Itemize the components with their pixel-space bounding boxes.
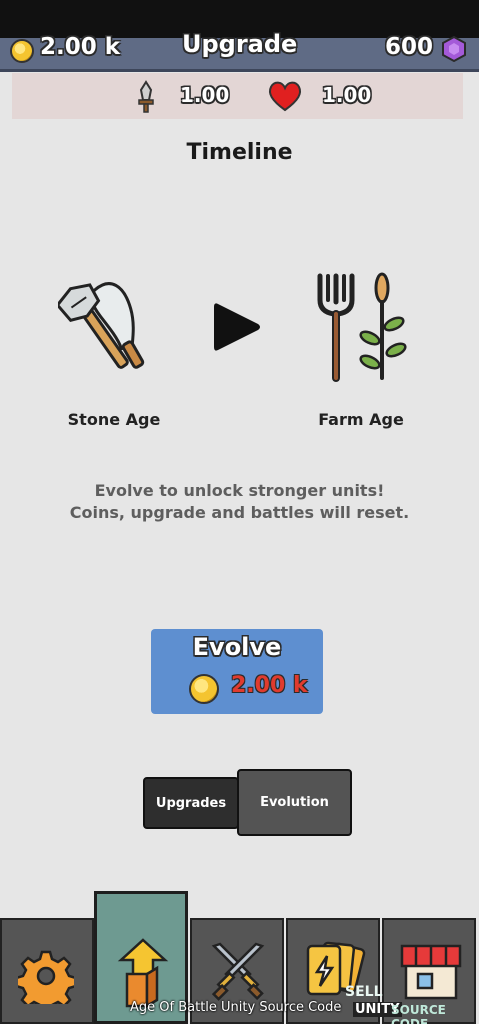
video-caption: Age Of Battle Unity Source Code <box>130 1000 342 1015</box>
farm-age-icon <box>317 272 407 382</box>
evolve-cost: 2.00 k <box>231 673 308 698</box>
gem-icon <box>442 36 466 62</box>
coin-balance: 2.00 k <box>40 34 121 60</box>
tab-evolution[interactable]: Evolution <box>237 769 352 836</box>
evolve-description-line-2: Coins, upgrade and battles will reset. <box>69 503 410 522</box>
heart-icon <box>268 81 302 112</box>
health-value: 1.00 <box>322 83 372 107</box>
tab-upgrades-label: Upgrades <box>155 795 227 811</box>
evolve-button-label: Evolve <box>192 633 282 661</box>
gem-balance: 600 <box>385 34 434 60</box>
evolve-description: Evolve to unlock stronger units! Coins, … <box>0 480 479 524</box>
crossed-swords-icon <box>211 942 265 1001</box>
nav-settings[interactable] <box>0 918 94 1024</box>
page-title: Upgrade <box>182 30 298 58</box>
coin-icon <box>10 39 34 63</box>
current-age-label: Stone Age <box>67 410 161 429</box>
sell-unity-logo: SELL UNITY SOURCE CODE <box>343 982 473 1024</box>
tab-upgrades[interactable]: Upgrades <box>143 777 239 829</box>
timeline-title: Timeline <box>186 140 293 165</box>
next-age-label: Farm Age <box>318 410 404 429</box>
coin-icon <box>189 674 219 704</box>
logo-line-3: SOURCE CODE <box>391 1003 446 1024</box>
attack-value: 1.00 <box>180 83 230 107</box>
stats-bar <box>12 73 463 119</box>
gear-icon <box>18 950 74 1004</box>
evolve-button[interactable]: Evolve 2.00 k <box>151 629 323 714</box>
sword-stat-icon <box>138 80 154 113</box>
logo-line-1: SELL <box>345 984 383 1000</box>
evolve-description-line-1: Evolve to unlock stronger units! <box>94 481 385 500</box>
stone-age-icon <box>58 282 145 369</box>
play-arrow-icon <box>214 303 260 351</box>
upgrade-arrow-icon <box>117 938 169 1008</box>
tab-evolution-label: Evolution <box>260 795 329 810</box>
